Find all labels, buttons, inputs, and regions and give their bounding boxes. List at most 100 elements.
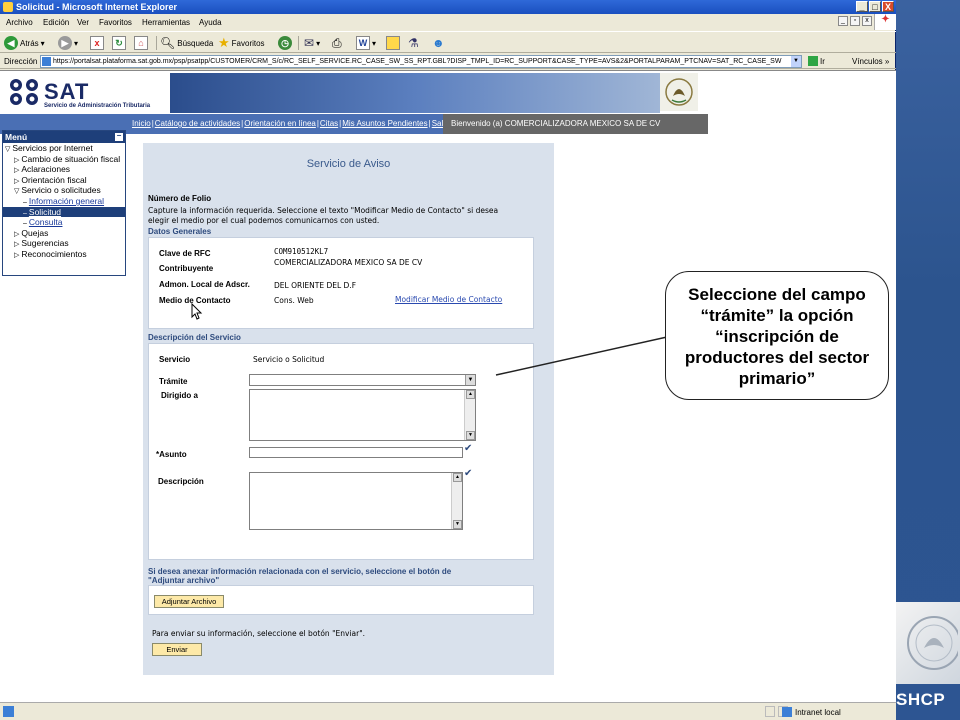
instruction-callout: Seleccione del campo “trámite” la opción… (665, 271, 889, 400)
seal-emblem-box (896, 602, 960, 684)
refresh-button[interactable]: ↻ (112, 35, 126, 51)
spellcheck-icon[interactable]: ✔ (464, 443, 472, 454)
history-icon: ◷ (278, 36, 292, 50)
sat-brand-subtitle: Servicio de Administración Tributaria (44, 103, 151, 109)
menu-header: Menú − (3, 131, 125, 143)
collapsed-arrow-icon: ▷ (14, 167, 20, 175)
star-icon: ★ (218, 35, 230, 50)
stop-button[interactable]: x (90, 35, 104, 51)
folder-icon (386, 36, 400, 50)
nav-link-inicio[interactable]: Inicio (132, 119, 151, 128)
sidebar-item-consulta[interactable]: – Consulta (3, 217, 125, 228)
sidebar-item-cambio-de-situaci-n-fiscal[interactable]: ▷ Cambio de situación fiscal (3, 154, 125, 165)
sidebar-item-sugerencias[interactable]: ▷ Sugerencias (3, 238, 125, 249)
sidebar-item-label: Reconocimientos (21, 248, 87, 259)
mexico-eagle-icon (665, 78, 693, 106)
descripcion-label: Descripción (158, 477, 204, 486)
doc-close-icon[interactable]: x (862, 16, 872, 26)
admon-value: DEL ORIENTE DEL D.F (274, 281, 357, 290)
menu-favoritos[interactable]: Favoritos (99, 18, 132, 27)
asunto-input[interactable] (249, 447, 463, 458)
sidebar-item-orientaci-n-fiscal[interactable]: ▷ Orientación fiscal (3, 175, 125, 186)
stop-icon: x (90, 36, 104, 50)
address-input[interactable]: https://portalsat.plataforma.sat.gob.mx/… (40, 55, 802, 68)
collapsed-arrow-icon: ▷ (14, 241, 20, 249)
menu-archivo[interactable]: Archivo (6, 18, 33, 27)
descripcion-textarea[interactable]: ▲ ▼ (249, 472, 463, 530)
menu-edicion[interactable]: Edición (43, 18, 69, 27)
address-url: https://portalsat.plataforma.sat.gob.mx/… (53, 58, 782, 65)
doc-restore-icon[interactable]: ▫ (850, 16, 860, 26)
print-button[interactable]: ⎙ (332, 35, 342, 51)
descripcion-scrollbar[interactable]: ▲ ▼ (451, 473, 462, 529)
sidebar-item-informaci-n-general[interactable]: – Información general (3, 196, 125, 207)
tramite-dropdown-icon[interactable]: ▼ (465, 375, 475, 385)
instructions-line-2: elegir el medio por el cual podemos comu… (148, 216, 380, 225)
rfc-label: Clave de RFC (159, 249, 211, 258)
sidebar-item-solicitud[interactable]: – Solicitud (3, 206, 125, 218)
status-bar: Intranet local (0, 702, 896, 720)
back-arrow-icon: ◀ (4, 36, 18, 50)
menu-ayuda[interactable]: Ayuda (199, 18, 222, 27)
sidebar-item-aclaraciones[interactable]: ▷ Aclaraciones (3, 164, 125, 175)
research-button[interactable]: ⚗ (408, 35, 419, 51)
page-icon (42, 57, 51, 66)
address-bar: Dirección https://portalsat.plataforma.s… (0, 54, 896, 69)
dash-icon: – (23, 209, 27, 217)
nav-link-orientacion[interactable]: Orientación en línea (244, 119, 316, 128)
modificar-contacto-link[interactable]: Modificar Medio de Contacto (395, 295, 502, 304)
messenger-icon: ☻ (432, 36, 445, 50)
forward-button[interactable]: ▶ ▾ (58, 35, 78, 51)
datos-generales-heading: Datos Generales (148, 227, 212, 236)
home-button[interactable]: ⌂ (134, 35, 148, 51)
spellcheck-icon[interactable]: ✔ (464, 468, 472, 479)
messenger-button[interactable]: ☻ (432, 35, 445, 51)
dirigido-textarea[interactable]: ▲ ▼ (249, 389, 476, 441)
sidebar-item-label: Quejas (21, 227, 49, 238)
folio-label: Número de Folio (148, 194, 212, 203)
menu-herramientas[interactable]: Herramientas (142, 18, 190, 27)
history-button[interactable]: ◷ (278, 35, 292, 51)
close-button[interactable]: X (882, 1, 894, 12)
menu-ver[interactable]: Ver (77, 18, 89, 27)
adjuntar-archivo-button[interactable]: Adjuntar Archivo (154, 595, 224, 608)
edit-button[interactable]: W ▾ (356, 35, 376, 51)
dirigido-scrollbar[interactable]: ▲ ▼ (464, 390, 475, 440)
sidebar-item-quejas[interactable]: ▷ Quejas (3, 228, 125, 239)
back-button[interactable]: ◀ Atrás ▾ (4, 35, 45, 51)
instructions-line-1: Capture la información requerida. Selecc… (148, 206, 499, 215)
sidebar-item-label: Información general (28, 195, 105, 206)
address-dropdown-icon[interactable]: ▼ (791, 56, 801, 67)
adjuntar-box: Adjuntar Archivo (148, 585, 534, 615)
forward-arrow-icon: ▶ (58, 36, 72, 50)
favorites-button[interactable]: ★ Favoritos (218, 35, 265, 51)
sidebar-item-servicio-o-solicitudes[interactable]: ▽ Servicio o solicitudes (3, 185, 125, 196)
mexico-seal-icon (907, 616, 958, 670)
doc-minimize-icon[interactable]: _ (838, 16, 848, 26)
minimize-button[interactable]: _ (856, 1, 868, 12)
anexar-text-1: Si desea anexar información relacionada … (148, 567, 452, 576)
collapse-menu-icon[interactable]: − (115, 132, 123, 141)
links-button[interactable]: Vínculos » (852, 57, 889, 66)
mail-button[interactable]: ✉ ▾ (304, 35, 320, 51)
research-icon: ⚗ (408, 36, 419, 50)
mail-icon: ✉ (304, 36, 315, 50)
nav-link-pendientes[interactable]: Mis Asuntos Pendientes (342, 119, 427, 128)
nav-link-catalogo[interactable]: Catálogo de actividades (155, 119, 240, 128)
maximize-button[interactable]: □ (869, 1, 881, 12)
sidebar-item-reconocimientos[interactable]: ▷ Reconocimientos (3, 249, 125, 260)
sidebar-item-servicios-por-internet[interactable]: ▽ Servicios por Internet (3, 143, 125, 154)
enviar-button[interactable]: Enviar (152, 643, 202, 656)
descripcion-servicio-heading: Descripción del Servicio (148, 333, 241, 342)
ie-icon (3, 2, 13, 12)
expanded-arrow-icon: ▽ (14, 188, 20, 196)
sidebar-item-label: Servicio o solicitudes (21, 185, 101, 196)
nav-link-citas[interactable]: Citas (320, 119, 338, 128)
go-button[interactable]: Ir (808, 56, 825, 66)
discuss-button[interactable] (386, 35, 400, 51)
tramite-select[interactable]: ▼ (249, 374, 476, 386)
sidebar-item-label: Aclaraciones (21, 164, 71, 175)
sidebar-menu: Menú − ▽ Servicios por Internet ▷ Cambio de… (2, 130, 126, 276)
search-button[interactable]: 🔍︎ Búsqueda (160, 35, 213, 51)
collapsed-arrow-icon: ▷ (14, 177, 20, 185)
